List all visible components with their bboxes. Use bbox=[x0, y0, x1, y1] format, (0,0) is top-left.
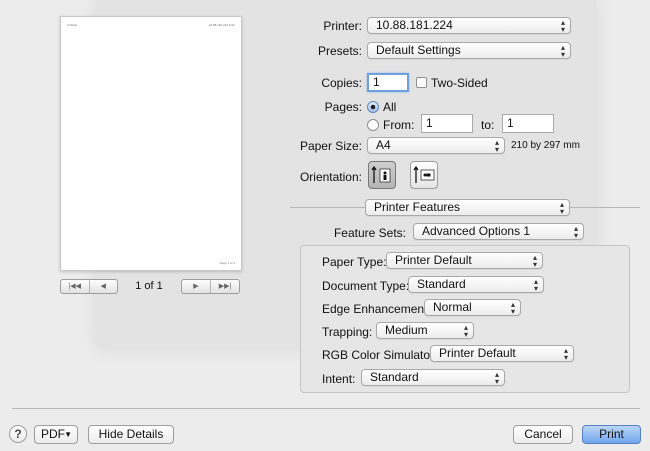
rgb-color-simulator-value: Printer Default bbox=[439, 346, 516, 360]
section-value: Printer Features bbox=[374, 200, 461, 214]
portrait-orientation-icon bbox=[371, 165, 391, 183]
preview-header-right: 10.88.181.224 Print bbox=[208, 23, 235, 27]
paper-size-dimensions: 210 by 297 mm bbox=[511, 140, 580, 151]
presets-popup[interactable]: Default Settings ▴ ▾ bbox=[367, 42, 571, 59]
copies-field[interactable]: 1 bbox=[367, 73, 409, 92]
chevron-updown-icon: ▴ ▾ bbox=[560, 18, 565, 34]
edge-enhancement-popup[interactable]: Normal ▴ ▾ bbox=[424, 299, 521, 316]
trapping-value: Medium bbox=[385, 323, 428, 337]
preview-forward-buttons[interactable]: ▶ ▶▶| bbox=[181, 279, 240, 294]
chevron-updown-icon: ▴ ▾ bbox=[560, 43, 565, 59]
feature-sets-popup[interactable]: Advanced Options 1 ▴ ▾ bbox=[413, 223, 584, 240]
paper-type-label: Paper Type: bbox=[322, 255, 387, 269]
intent-label: Intent: bbox=[322, 372, 356, 386]
chevron-updown-icon: ▴ ▾ bbox=[563, 346, 568, 362]
chevron-updown-icon: ▴ ▾ bbox=[532, 253, 537, 269]
cancel-button[interactable]: Cancel bbox=[513, 425, 573, 444]
print-button[interactable]: Print bbox=[582, 425, 641, 444]
paper-size-value: A4 bbox=[376, 138, 391, 152]
pages-from-field[interactable]: 1 bbox=[421, 114, 473, 133]
printer-popup[interactable]: 10.88.181.224 ▴ ▾ bbox=[367, 17, 571, 34]
last-page-icon[interactable]: ▶▶| bbox=[210, 280, 239, 293]
previous-page-icon[interactable]: ◀ bbox=[88, 280, 118, 293]
section-popup[interactable]: Printer Features ▴ ▾ bbox=[365, 199, 570, 216]
rgb-color-simulator-popup[interactable]: Printer Default ▴ ▾ bbox=[430, 345, 574, 362]
intent-value: Standard bbox=[370, 370, 419, 384]
preview-footer: Page 1 of 1 bbox=[219, 261, 235, 265]
trapping-popup[interactable]: Medium ▴ ▾ bbox=[376, 322, 474, 339]
preview-back-buttons[interactable]: |◀◀ ◀ bbox=[60, 279, 118, 294]
printer-value: 10.88.181.224 bbox=[376, 18, 453, 32]
pages-label: Pages: bbox=[324, 100, 362, 114]
rgb-color-simulator-label: RGB Color Simulator: bbox=[322, 348, 438, 362]
pages-all-radio[interactable] bbox=[367, 101, 379, 113]
preview-header-left: Untitled bbox=[67, 23, 78, 27]
portrait-orientation-button[interactable] bbox=[368, 161, 396, 189]
intent-popup[interactable]: Standard ▴ ▾ bbox=[361, 369, 505, 386]
hide-details-button[interactable]: Hide Details bbox=[88, 425, 174, 444]
feature-sets-label: Feature Sets: bbox=[333, 226, 406, 240]
edge-enhancement-value: Normal bbox=[433, 300, 472, 314]
chevron-updown-icon: ▴ ▾ bbox=[494, 138, 499, 154]
document-type-label: Document Type: bbox=[322, 279, 410, 293]
pdf-menu-button[interactable]: PDF ▼ bbox=[34, 425, 78, 444]
document-type-popup[interactable]: Standard ▴ ▾ bbox=[408, 276, 544, 293]
dropdown-triangle-icon: ▼ bbox=[64, 430, 72, 439]
two-sided-checkbox[interactable] bbox=[416, 77, 427, 88]
footer-separator bbox=[12, 408, 640, 409]
chevron-updown-icon: ▴ ▾ bbox=[559, 200, 564, 216]
pdf-label: PDF bbox=[41, 427, 65, 441]
trapping-label: Trapping: bbox=[322, 325, 373, 339]
landscape-orientation-button[interactable] bbox=[410, 161, 438, 189]
pages-from-radio[interactable] bbox=[367, 119, 379, 131]
landscape-orientation-icon bbox=[413, 165, 435, 183]
pages-to-field[interactable]: 1 bbox=[502, 114, 554, 133]
edge-enhancement-label: Edge Enhancement: bbox=[322, 302, 431, 316]
feature-sets-value: Advanced Options 1 bbox=[422, 224, 531, 238]
chevron-updown-icon: ▴ ▾ bbox=[533, 277, 538, 293]
presets-value: Default Settings bbox=[376, 43, 461, 57]
pages-all-label: All bbox=[383, 100, 397, 114]
copies-label: Copies: bbox=[321, 76, 362, 90]
paper-size-label: Paper Size: bbox=[299, 139, 362, 153]
page-indicator: 1 of 1 bbox=[135, 280, 163, 292]
chevron-updown-icon: ▴ ▾ bbox=[573, 224, 578, 240]
first-page-icon[interactable]: |◀◀ bbox=[61, 280, 89, 293]
orientation-label: Orientation: bbox=[299, 170, 362, 184]
print-preview-page: Untitled 10.88.181.224 Print Page 1 of 1 bbox=[60, 16, 242, 271]
pages-to-label: to: bbox=[481, 118, 495, 132]
help-button[interactable]: ? bbox=[9, 425, 27, 443]
chevron-updown-icon: ▴ ▾ bbox=[494, 370, 499, 386]
chevron-updown-icon: ▴ ▾ bbox=[463, 323, 468, 339]
printer-label: Printer: bbox=[323, 19, 362, 33]
pages-from-label: From: bbox=[383, 118, 415, 132]
presets-label: Presets: bbox=[317, 44, 362, 58]
chevron-updown-icon: ▴ ▾ bbox=[510, 300, 515, 316]
paper-type-popup[interactable]: Printer Default ▴ ▾ bbox=[386, 252, 543, 269]
paper-size-popup[interactable]: A4 ▴ ▾ bbox=[367, 137, 505, 154]
next-page-icon[interactable]: ▶ bbox=[182, 280, 210, 293]
two-sided-label: Two-Sided bbox=[431, 76, 488, 90]
document-type-value: Standard bbox=[417, 277, 466, 291]
paper-type-value: Printer Default bbox=[395, 253, 472, 267]
